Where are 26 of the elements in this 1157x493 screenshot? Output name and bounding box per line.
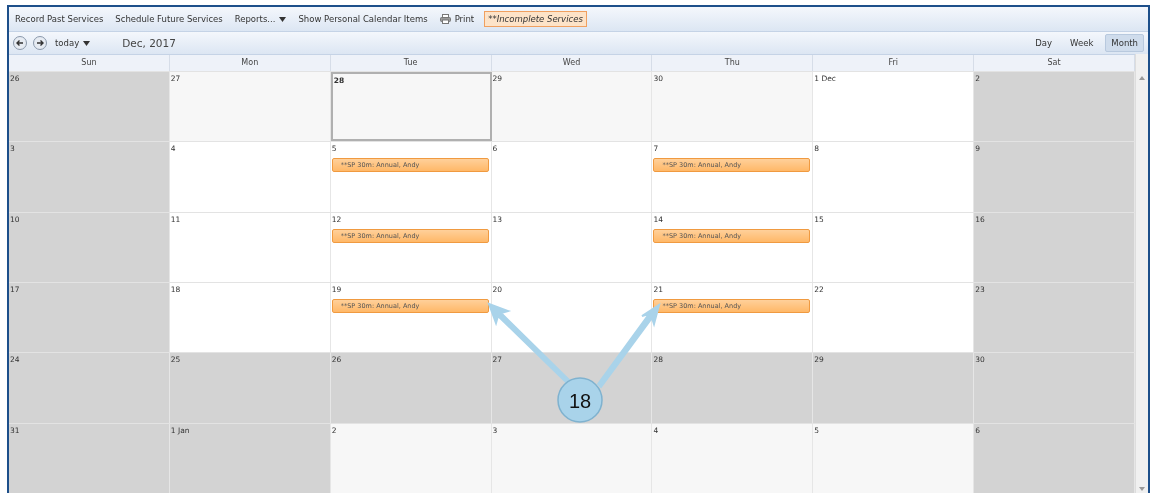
weekday-header: Wed <box>491 55 653 71</box>
scrollbar[interactable] <box>1135 54 1148 493</box>
incomplete-services-button[interactable]: **Incomplete Services <box>484 11 587 27</box>
reports-dropdown[interactable]: Reports... <box>232 12 289 26</box>
previous-button[interactable] <box>13 36 27 50</box>
month-title: Dec, 2017 <box>122 37 176 49</box>
toolbar-button[interactable]: Show Personal Calendar Items <box>296 12 430 26</box>
next-button[interactable] <box>33 36 47 50</box>
weekday-header: Sun <box>9 55 170 71</box>
callout-badge: 18 <box>557 377 603 423</box>
caret-icon <box>83 40 91 46</box>
weekday-header: Mon <box>169 55 331 71</box>
caret-icon <box>279 16 287 22</box>
weekday-header: Tue <box>330 55 492 71</box>
view-tab[interactable]: Month <box>1105 34 1144 52</box>
view-tab[interactable]: Day <box>1029 34 1059 52</box>
printer-icon <box>439 14 451 24</box>
today-dropdown[interactable]: today <box>53 36 93 50</box>
print-button[interactable]: Print <box>437 12 477 26</box>
weekday-header: Fri <box>813 55 975 71</box>
weekday-header: Thu <box>652 55 814 71</box>
view-tab[interactable]: Week <box>1064 34 1100 52</box>
toolbar-button[interactable]: Schedule Future Services <box>113 12 225 26</box>
toolbar-button[interactable]: Record Past Services <box>13 12 106 26</box>
scroll-up-icon[interactable] <box>1139 76 1145 80</box>
scroll-down-icon[interactable] <box>1139 487 1145 491</box>
